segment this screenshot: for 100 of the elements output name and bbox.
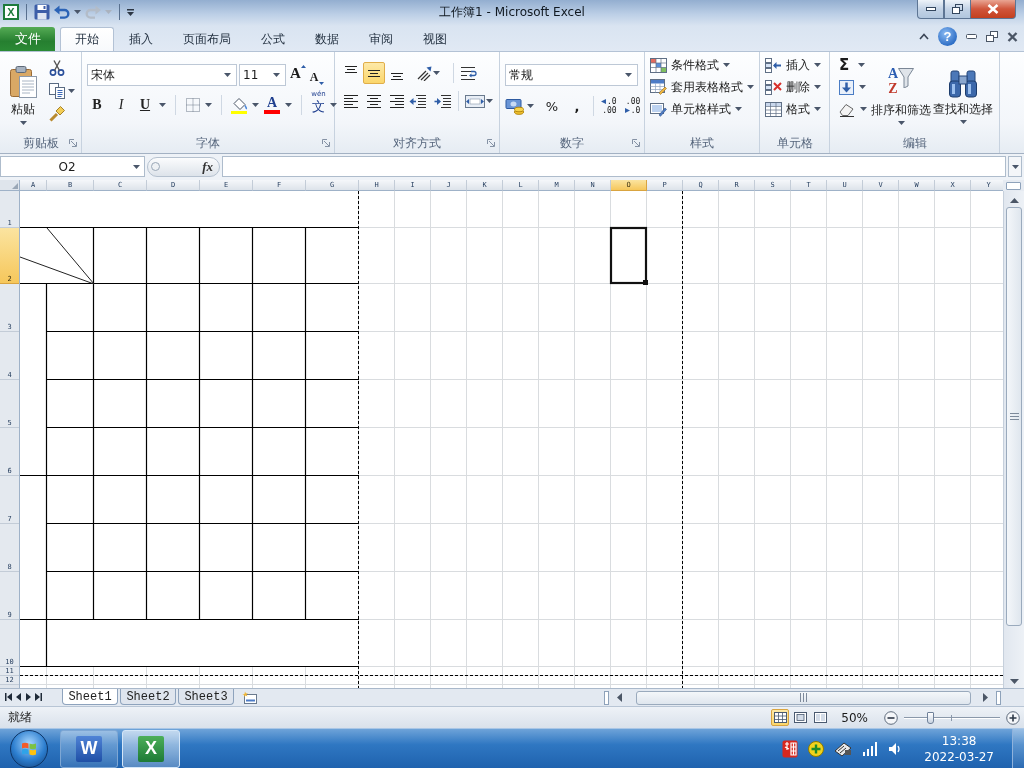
- comma-style-button[interactable]: ,: [568, 96, 586, 116]
- caret-icon[interactable]: [747, 85, 754, 89]
- scrollbar-thumb[interactable]: [636, 690, 971, 705]
- increase-decimal-button[interactable]: .0 .00: [601, 97, 617, 115]
- minimize-button[interactable]: [917, 0, 944, 19]
- taskbar-button[interactable]: X: [122, 729, 180, 768]
- slider-thumb[interactable]: [926, 711, 934, 724]
- split-handle[interactable]: [1006, 181, 1021, 190]
- ribbon-tab[interactable]: 视图: [408, 27, 462, 51]
- caret-icon[interactable]: [68, 89, 75, 93]
- zoom-out-icon[interactable]: [884, 710, 898, 725]
- caret-icon[interactable]: [224, 73, 231, 77]
- autosum-button[interactable]: Σ: [839, 54, 870, 76]
- caret-icon[interactable]: [205, 102, 212, 107]
- scissors-icon[interactable]: [49, 60, 65, 76]
- split-handle[interactable]: [996, 690, 1001, 705]
- customize-menu-icon[interactable]: [127, 8, 134, 16]
- style-menu-button[interactable]: 条件格式: [650, 54, 754, 76]
- ribbon-tab[interactable]: 公式: [246, 27, 300, 51]
- paste-button[interactable]: 粘贴: [5, 52, 41, 134]
- signal-icon[interactable]: [862, 741, 879, 756]
- caret-icon[interactable]: [723, 63, 730, 67]
- close-icon[interactable]: [1007, 31, 1018, 42]
- grow-font-button[interactable]: A: [290, 65, 306, 85]
- insert-function-button[interactable]: fx: [202, 158, 213, 175]
- banknote-coins-icon[interactable]: [505, 97, 524, 115]
- caret-icon[interactable]: [814, 63, 821, 67]
- dialog-launcher-icon[interactable]: [632, 139, 640, 147]
- style-menu-button[interactable]: 单元格样式: [650, 98, 754, 120]
- fill-down-icon[interactable]: [839, 79, 854, 95]
- caret-icon[interactable]: [273, 73, 280, 77]
- cells-menu-button[interactable]: 格式: [765, 98, 821, 120]
- ribbon-tab[interactable]: 审阅: [354, 27, 408, 51]
- caret-icon[interactable]: [814, 85, 821, 89]
- show-desktop-button[interactable]: [1012, 728, 1024, 768]
- caret-icon[interactable]: [486, 99, 493, 103]
- sheet-tab[interactable]: Sheet3: [178, 689, 234, 705]
- speaker-icon[interactable]: [888, 741, 903, 756]
- insert-sheet-icon[interactable]: [242, 691, 259, 704]
- wrap-text-icon[interactable]: [460, 65, 477, 81]
- grip-dot-icon[interactable]: [151, 162, 160, 171]
- slanted-text-icon[interactable]: [416, 65, 432, 81]
- next-sheet-icon[interactable]: [25, 693, 32, 701]
- tab-split-handle[interactable]: [604, 690, 609, 705]
- ribbon-tab[interactable]: 开始: [60, 27, 114, 51]
- normal-view-button[interactable]: [771, 709, 790, 726]
- start-button[interactable]: [10, 729, 48, 768]
- caret-icon[interactable]: [133, 164, 140, 169]
- seal-icon[interactable]: [782, 739, 799, 758]
- caret-icon[interactable]: [527, 104, 534, 108]
- merge-cells-icon[interactable]: [465, 93, 485, 109]
- taskbar-button[interactable]: W: [60, 729, 118, 768]
- zoom-in-icon[interactable]: [1006, 710, 1020, 725]
- page-break-preview-button[interactable]: [811, 709, 830, 726]
- find-button[interactable]: 查找和选择: [932, 52, 994, 134]
- cells-menu-button[interactable]: 插入: [765, 54, 821, 76]
- restore-icon[interactable]: [986, 31, 998, 42]
- caret-icon[interactable]: [735, 107, 742, 111]
- increase-indent-icon[interactable]: [434, 93, 452, 109]
- align-middle-button[interactable]: [363, 62, 385, 84]
- scrollbar-thumb[interactable]: [1006, 207, 1022, 626]
- vertical-scrollbar[interactable]: [1003, 191, 1024, 688]
- page-layout-button[interactable]: [791, 709, 810, 726]
- percent-button[interactable]: %: [543, 96, 561, 116]
- ribbon-tab[interactable]: 数据: [300, 27, 354, 51]
- save-icon[interactable]: [34, 4, 50, 20]
- caret-icon[interactable]: [159, 102, 166, 107]
- font-name-dropdown[interactable]: 宋体: [87, 64, 237, 86]
- sort-button[interactable]: A Z 排序和筛选: [870, 52, 932, 134]
- shrink-font-button[interactable]: A: [309, 65, 324, 85]
- clock[interactable]: 13:38 2022-03-27: [924, 732, 994, 765]
- undo-icon[interactable]: [54, 5, 70, 19]
- caret-icon[interactable]: [1011, 164, 1019, 169]
- file-tab[interactable]: 文件: [0, 27, 55, 51]
- collapse-ribbon-icon[interactable]: [919, 33, 929, 40]
- previous-sheet-icon[interactable]: [15, 693, 22, 701]
- caret-icon[interactable]: [858, 63, 865, 67]
- number-format-dropdown[interactable]: 常规: [505, 64, 638, 86]
- expand-formula-button[interactable]: [1008, 156, 1022, 177]
- last-sheet-icon[interactable]: [35, 693, 42, 701]
- sheet-tab[interactable]: Sheet1: [62, 689, 118, 705]
- ribbon-tab[interactable]: 插入: [114, 27, 168, 51]
- caret-icon[interactable]: [330, 102, 337, 107]
- name-box[interactable]: O2: [0, 156, 145, 177]
- dialog-launcher-icon[interactable]: [487, 139, 495, 147]
- caret-icon[interactable]: [860, 107, 867, 111]
- formula-input[interactable]: [222, 156, 1006, 177]
- copy-icon[interactable]: [49, 83, 65, 99]
- app-logo[interactable]: X: [3, 4, 19, 20]
- selected-cell[interactable]: [609, 226, 648, 285]
- dialog-launcher-icon[interactable]: [322, 139, 330, 147]
- ribbon-tab[interactable]: 页面布局: [168, 27, 246, 51]
- dialog-launcher-icon[interactable]: [69, 139, 77, 147]
- caret-icon[interactable]: [814, 107, 821, 111]
- cells-menu-button[interactable]: 删除: [765, 76, 821, 98]
- style-menu-button[interactable]: 套用表格格式: [650, 76, 754, 98]
- caret-icon[interactable]: [285, 102, 292, 107]
- eraser-icon[interactable]: [839, 101, 855, 117]
- caret-icon[interactable]: [859, 85, 866, 89]
- minimize-icon[interactable]: [966, 34, 977, 39]
